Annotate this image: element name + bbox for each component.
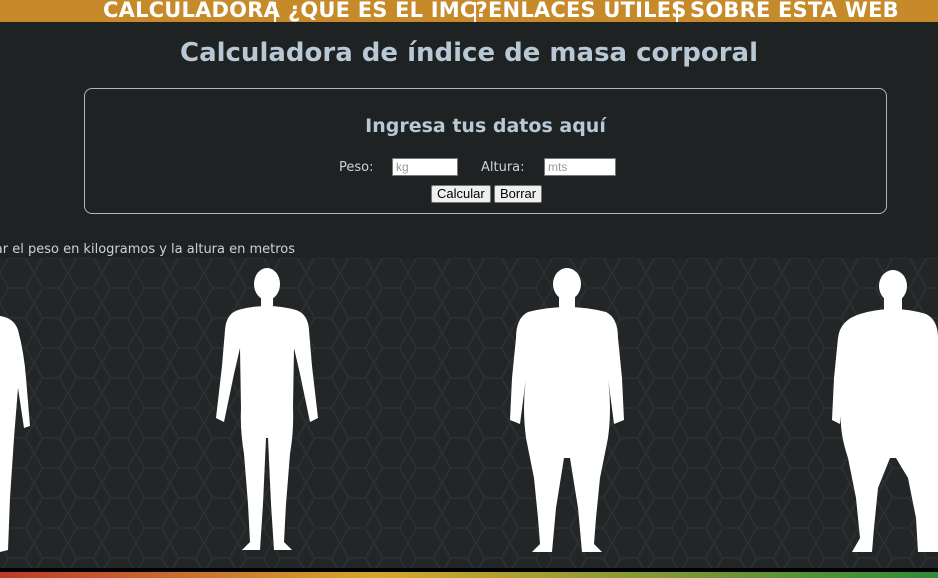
silhouettes-graphic: [0, 258, 938, 572]
calculate-button[interactable]: Calcular: [431, 185, 491, 203]
height-input[interactable]: [544, 158, 616, 176]
input-hint: sar el peso en kilogramos y la altura en…: [0, 242, 296, 257]
clear-button[interactable]: Borrar: [494, 185, 543, 203]
nav-que-es-imc[interactable]: ¿QUÉ ES EL IMC?: [288, 0, 488, 23]
bmi-form: Ingresa tus datos aquí Peso: Altura: Cal…: [84, 88, 887, 214]
nav-separator: [474, 2, 476, 22]
page-title: Calculadora de índice de masa corporal: [179, 38, 758, 68]
nav-enlaces-utiles[interactable]: ENLACES ÚTILES: [488, 0, 687, 23]
footer-color-bar: [0, 572, 938, 578]
nav-separator: [676, 2, 678, 22]
nav-sobre-esta-web[interactable]: SOBRE ESTA WEB: [690, 0, 899, 23]
nav-calculadora[interactable]: CALCULADORA: [103, 0, 280, 23]
nav-separator: [274, 2, 276, 22]
weight-label: Peso:: [339, 160, 374, 175]
body-silhouettes-image: [0, 258, 938, 572]
weight-input[interactable]: [392, 158, 458, 176]
height-label: Altura:: [481, 160, 525, 175]
top-navigation: CALCULADORA ¿QUÉ ES EL IMC? ENLACES ÚTIL…: [0, 0, 938, 22]
form-title: Ingresa tus datos aquí: [365, 115, 606, 137]
